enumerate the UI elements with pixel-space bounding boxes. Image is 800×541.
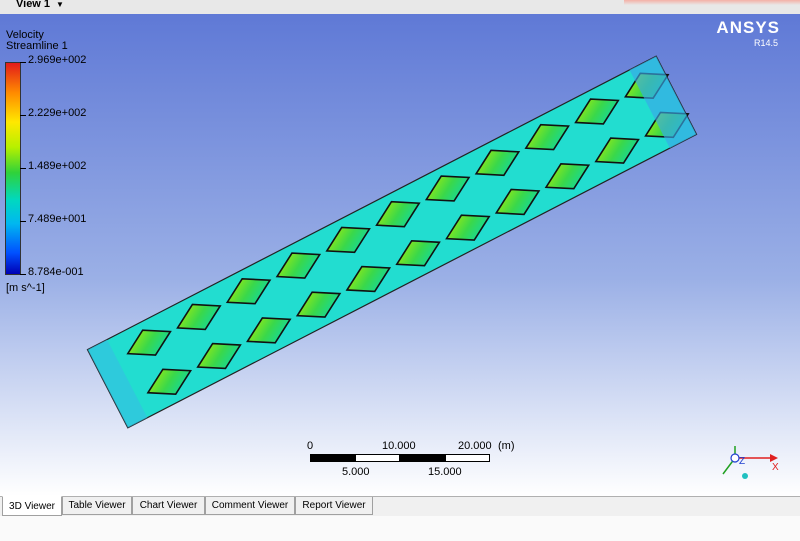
scale-segment [355, 454, 400, 462]
lower-panel [0, 516, 800, 541]
3d-viewport[interactable]: Velocity Streamline 1 2.969e+002 2.229e+… [0, 14, 800, 496]
view-selector[interactable]: View 1 ▼ [16, 0, 64, 10]
tab-comment-viewer[interactable]: Comment Viewer [205, 497, 295, 515]
view-selector-label: View 1 [16, 0, 51, 10]
scale-bar [310, 454, 490, 462]
scale-segment [445, 454, 490, 462]
scale-segment [400, 454, 445, 462]
scale-label: 10.000 [382, 440, 416, 452]
streamline-plot [86, 55, 698, 429]
scale-label: 5.000 [342, 466, 370, 478]
scale-unit: (m) [498, 440, 515, 452]
axis-x-label: X [772, 462, 779, 473]
axis-z-label: Z [739, 456, 745, 467]
viewer-tab-strip: 3D Viewer Table Viewer Chart Viewer Comm… [0, 496, 800, 517]
scale-label: 15.000 [428, 466, 462, 478]
tab-table-viewer[interactable]: Table Viewer [62, 497, 132, 515]
chevron-down-icon: ▼ [56, 0, 64, 9]
viewer-toolbar: View 1 ▼ [0, 0, 800, 15]
tab-chart-viewer[interactable]: Chart Viewer [132, 497, 205, 515]
scale-label: 0 [307, 440, 314, 452]
axis-triad-icon: Z X [722, 446, 779, 479]
window-edge-highlight [624, 0, 800, 5]
scale-label: 20.000 [458, 440, 492, 452]
tab-3d-viewer[interactable]: 3D Viewer [2, 496, 62, 516]
scale-segment [310, 454, 355, 462]
tab-report-viewer[interactable]: Report Viewer [295, 497, 373, 515]
